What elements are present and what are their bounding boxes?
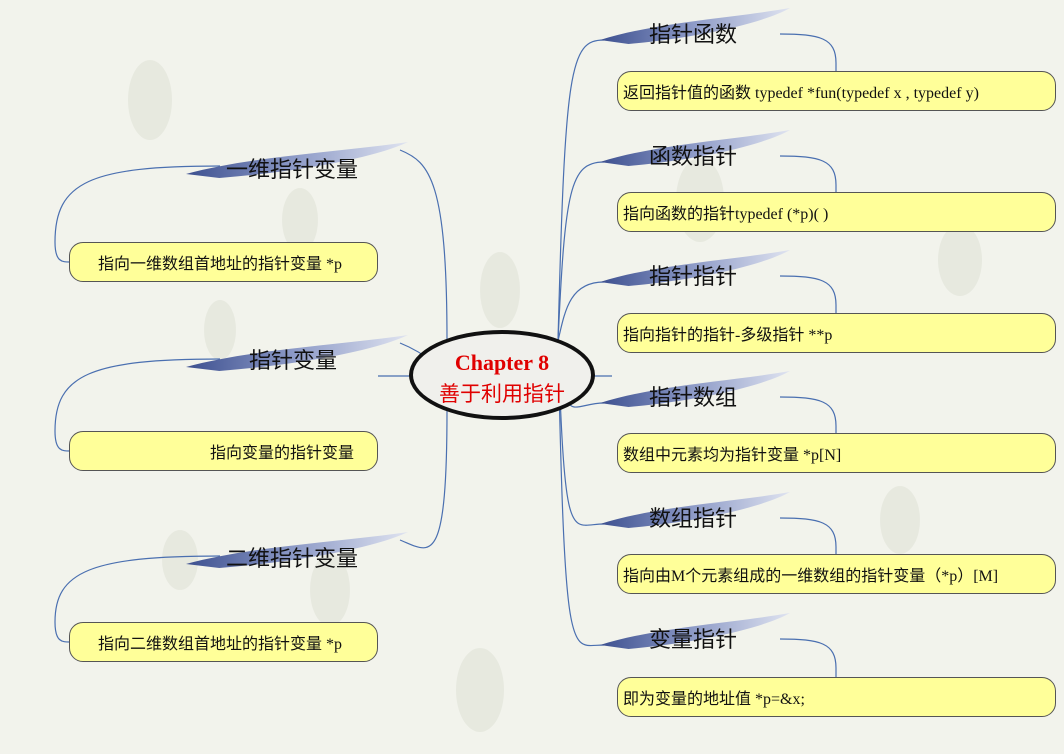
branch-title-array-pointer[interactable]: 数组指针	[649, 501, 737, 533]
branch-detail-text: 指向一维数组首地址的指针变量 *p	[98, 256, 343, 273]
branch-detail-variable-pointer[interactable]: 即为变量的地址值 *p=&x;	[617, 677, 1056, 717]
branch-title-function-pointer[interactable]: 函数指针	[649, 139, 737, 171]
connector-line	[399, 149, 448, 342]
branch-detail-2d-pointer[interactable]: 指向二维数组首地址的指针变量 *p	[69, 622, 378, 662]
branch-detail-text: 返回指针值的函数 typedef *fun(typedef x , typede…	[623, 85, 979, 102]
central-topic[interactable]: Chapter 8 善于利用指针	[409, 330, 595, 420]
branch-detail-function-pointer[interactable]: 指向函数的指针typedef (*p)( )	[617, 192, 1056, 232]
branch-detail-pointer-to-pointer[interactable]: 指向指针的指针-多级指针 **p	[617, 313, 1056, 353]
connector-line	[557, 39, 605, 342]
branch-title-pointer-function[interactable]: 指针函数	[649, 17, 737, 49]
branch-title-1d-pointer[interactable]: 一维指针变量	[226, 152, 358, 184]
branch-title-variable-pointer[interactable]: 变量指针	[649, 622, 737, 654]
central-topic-title: 善于利用指针	[439, 382, 565, 406]
branch-detail-text: 指向由M个元素组成的一维数组的指针变量（*p）[M]	[623, 568, 999, 585]
branch-detail-text: 指向变量的指针变量	[210, 445, 355, 462]
branch-detail-text: 指向函数的指针typedef (*p)( )	[623, 206, 829, 223]
branch-detail-pointer-array[interactable]: 数组中元素均为指针变量 *p[N]	[617, 433, 1056, 473]
branch-detail-text: 数组中元素均为指针变量 *p[N]	[623, 447, 842, 464]
central-topic-chapter: Chapter 8	[454, 350, 550, 375]
branch-title-2d-pointer[interactable]: 二维指针变量	[226, 541, 358, 573]
branch-detail-1d-pointer[interactable]: 指向一维数组首地址的指针变量 *p	[69, 242, 378, 282]
branch-detail-array-pointer[interactable]: 指向由M个元素组成的一维数组的指针变量（*p）[M]	[617, 554, 1056, 594]
branch-title-pointer-array[interactable]: 指针数组	[649, 380, 737, 412]
branch-detail-text: 指向指针的指针-多级指针 **p	[623, 327, 833, 344]
branch-title-pointer-variable[interactable]: 指针变量	[249, 343, 337, 375]
connector-line	[557, 281, 605, 342]
branch-detail-text: 指向二维数组首地址的指针变量 *p	[98, 636, 343, 653]
connector-line	[399, 409, 448, 549]
branch-detail-pointer-variable[interactable]: 指向变量的指针变量	[69, 431, 378, 471]
branch-detail-pointer-function[interactable]: 返回指针值的函数 typedef *fun(typedef x , typede…	[617, 71, 1056, 111]
branch-detail-text: 即为变量的地址值 *p=&x;	[623, 691, 805, 708]
branch-title-pointer-to-pointer[interactable]: 指针指针	[649, 259, 737, 291]
